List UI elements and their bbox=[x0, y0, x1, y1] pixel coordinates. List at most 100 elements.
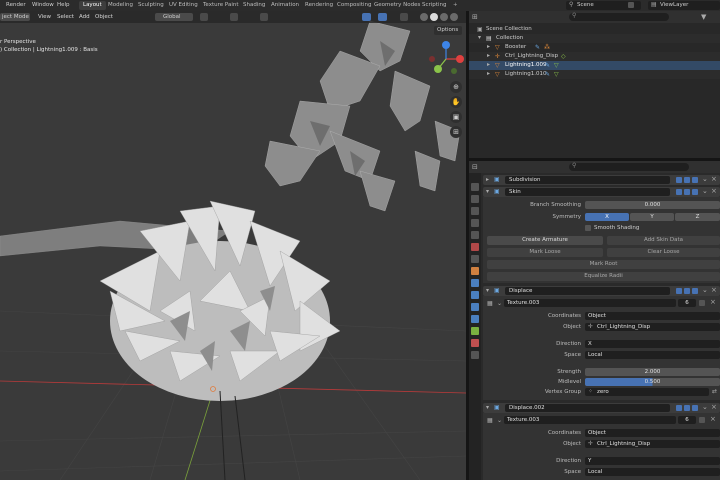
material-tab-icon[interactable] bbox=[471, 339, 479, 347]
scene-selector[interactable]: ⚲ Scene bbox=[566, 1, 641, 10]
expand-chevron-icon[interactable]: ▾ bbox=[486, 188, 489, 195]
close-icon[interactable]: × bbox=[711, 403, 717, 411]
gizmo-toggle-icon[interactable] bbox=[362, 13, 371, 21]
object-tab-icon[interactable] bbox=[471, 267, 479, 275]
expand-chevron-icon[interactable]: ▸ bbox=[487, 61, 490, 68]
close-icon[interactable]: × bbox=[711, 286, 717, 294]
vertex-group-field[interactable]: zero bbox=[585, 388, 709, 396]
outliner-row-lightning-010[interactable]: ▸ ▽ Lightning1.010 ✎ ▽ bbox=[469, 70, 720, 79]
duplicate-icon[interactable] bbox=[699, 300, 705, 306]
space-dropdown[interactable]: Local bbox=[585, 351, 720, 359]
clear-loose-button[interactable]: Clear Loose bbox=[607, 248, 720, 257]
data-tab-icon[interactable] bbox=[471, 327, 479, 335]
render-display-icon[interactable] bbox=[692, 177, 698, 183]
object-field[interactable]: Ctrl_Lightning_Disp bbox=[585, 440, 720, 448]
render-display-icon[interactable] bbox=[692, 288, 698, 294]
pan-hand-icon[interactable]: ✋ bbox=[450, 96, 462, 108]
tab-modeling[interactable]: Modeling bbox=[104, 1, 137, 10]
expand-chevron-icon[interactable]: ▾ bbox=[486, 404, 489, 411]
tab-layout[interactable]: Layout bbox=[79, 1, 106, 10]
shading-wireframe-icon[interactable] bbox=[420, 13, 428, 21]
copy-scene-icon[interactable] bbox=[628, 2, 634, 8]
modifier-tab-icon[interactable] bbox=[471, 279, 479, 287]
overlays-toggle-icon[interactable] bbox=[378, 13, 387, 21]
mark-loose-button[interactable]: Mark Loose bbox=[487, 248, 603, 257]
edit-mode-icon[interactable] bbox=[676, 405, 682, 411]
editor-type-icon[interactable]: ⊞ bbox=[472, 13, 478, 21]
camera-view-icon[interactable]: ▣ bbox=[450, 111, 462, 123]
mode-selector[interactable]: ject Mode bbox=[0, 13, 30, 21]
proportional-edit-icon[interactable] bbox=[260, 13, 268, 21]
chevron-down-icon[interactable]: ⌄ bbox=[702, 286, 708, 294]
transform-orientation[interactable]: Global bbox=[155, 13, 193, 21]
invert-toggle-icon[interactable]: ⇄ bbox=[712, 388, 717, 395]
expand-chevron-icon[interactable]: ▸ bbox=[486, 176, 489, 183]
direction-dropdown[interactable]: X bbox=[585, 340, 720, 348]
tab-animation[interactable]: Animation bbox=[267, 1, 303, 10]
texture-name-field[interactable]: Texture.003 bbox=[504, 416, 676, 424]
tool-tab-icon[interactable] bbox=[471, 183, 479, 191]
outliner-empty-area[interactable] bbox=[469, 79, 720, 158]
modifier-subdivision-header[interactable]: ▸ ▣ Subdivision ⌄ × bbox=[483, 175, 720, 185]
direction-dropdown[interactable]: Y bbox=[585, 457, 720, 465]
add-skin-data-button[interactable]: Add Skin Data bbox=[607, 236, 720, 245]
strength-field[interactable]: 2.000 bbox=[585, 368, 720, 376]
outliner-row-booster[interactable]: ▸ ▽ Booster ✎ ⁂ bbox=[469, 43, 720, 52]
output-tab-icon[interactable] bbox=[471, 207, 479, 215]
create-armature-button[interactable]: Create Armature bbox=[487, 236, 603, 245]
viewport-display-icon[interactable] bbox=[684, 177, 690, 183]
modifier-displace-header[interactable]: ▾ ▣ Displace ⌄ × bbox=[483, 286, 720, 296]
smooth-shading-checkbox[interactable] bbox=[585, 225, 591, 231]
options-button[interactable]: Options bbox=[434, 26, 462, 35]
symmetry-x-toggle[interactable]: X bbox=[585, 213, 629, 221]
tab-sculpting[interactable]: Sculpting bbox=[134, 1, 168, 10]
modifier-skin-header[interactable]: ▾ ▣ Skin ⌄ × bbox=[483, 187, 720, 197]
menu-object[interactable]: Object bbox=[95, 14, 113, 20]
viewport-display-icon[interactable] bbox=[684, 189, 690, 195]
tab-uv-editing[interactable]: UV Editing bbox=[165, 1, 202, 10]
edit-mode-icon[interactable] bbox=[676, 177, 682, 183]
menu-help[interactable]: Help bbox=[57, 2, 70, 8]
perspective-toggle-icon[interactable]: ⊞ bbox=[450, 126, 462, 138]
modifier-name-field[interactable]: Displace bbox=[505, 287, 670, 295]
render-display-icon[interactable] bbox=[692, 405, 698, 411]
close-icon[interactable]: × bbox=[710, 298, 716, 306]
expand-chevron-icon[interactable]: ▸ bbox=[487, 52, 490, 59]
menu-select[interactable]: Select bbox=[57, 14, 74, 20]
texture-users-count[interactable]: 6 bbox=[678, 416, 696, 424]
world-tab-icon[interactable] bbox=[471, 243, 479, 251]
close-icon[interactable]: × bbox=[711, 187, 717, 195]
3d-viewport[interactable]: ject Mode View Select Add Object Global … bbox=[0, 11, 466, 480]
chevron-down-icon[interactable]: ⌄ bbox=[702, 403, 708, 411]
object-field[interactable]: Ctrl_Lightning_Disp bbox=[585, 323, 720, 331]
zoom-icon[interactable]: ⊕ bbox=[450, 81, 462, 93]
close-icon[interactable]: × bbox=[711, 175, 717, 183]
outliner-row-collection[interactable]: ▾ ▤ Collection bbox=[469, 34, 720, 43]
tab-texture-paint[interactable]: Texture Paint bbox=[199, 1, 243, 10]
tab-geometry-nodes[interactable]: Geometry Nodes bbox=[370, 1, 424, 10]
space-dropdown[interactable]: Local bbox=[585, 468, 720, 476]
expand-chevron-icon[interactable]: ▾ bbox=[486, 287, 489, 294]
texture-users-count[interactable]: 6 bbox=[678, 299, 696, 307]
outliner-row-lightning-009[interactable]: ▸ ▽ Lightning1.009 ✎ ▽ bbox=[469, 61, 720, 70]
xray-icon[interactable] bbox=[400, 13, 408, 21]
duplicate-icon[interactable] bbox=[699, 417, 705, 423]
tab-shading[interactable]: Shading bbox=[239, 1, 269, 10]
collection-tab-icon[interactable] bbox=[471, 255, 479, 263]
texture-browse-icon[interactable]: ⌄ bbox=[497, 300, 502, 307]
tab-scripting[interactable]: Scripting bbox=[418, 1, 450, 10]
pivot-icon[interactable] bbox=[200, 13, 208, 21]
properties-search-input[interactable]: ⚲ bbox=[569, 162, 689, 171]
navigation-gizmo[interactable] bbox=[426, 39, 466, 79]
outliner-row-scene-collection[interactable]: ▣ Scene Collection bbox=[469, 25, 720, 34]
shading-material-icon[interactable] bbox=[440, 13, 448, 21]
tab-rendering[interactable]: Rendering bbox=[301, 1, 337, 10]
expand-chevron-icon[interactable]: ▸ bbox=[487, 70, 490, 77]
modifier-displace-002-header[interactable]: ▾ ▣ Displace.002 ⌄ × bbox=[483, 403, 720, 413]
coordinates-dropdown[interactable]: Object bbox=[585, 429, 720, 437]
filter-icon[interactable]: ▼ bbox=[701, 13, 706, 21]
coordinates-dropdown[interactable]: Object bbox=[585, 312, 720, 320]
menu-window[interactable]: Window bbox=[32, 2, 54, 8]
constraints-tab-icon[interactable] bbox=[471, 315, 479, 323]
texture-name-field[interactable]: Texture.003 bbox=[504, 299, 676, 307]
